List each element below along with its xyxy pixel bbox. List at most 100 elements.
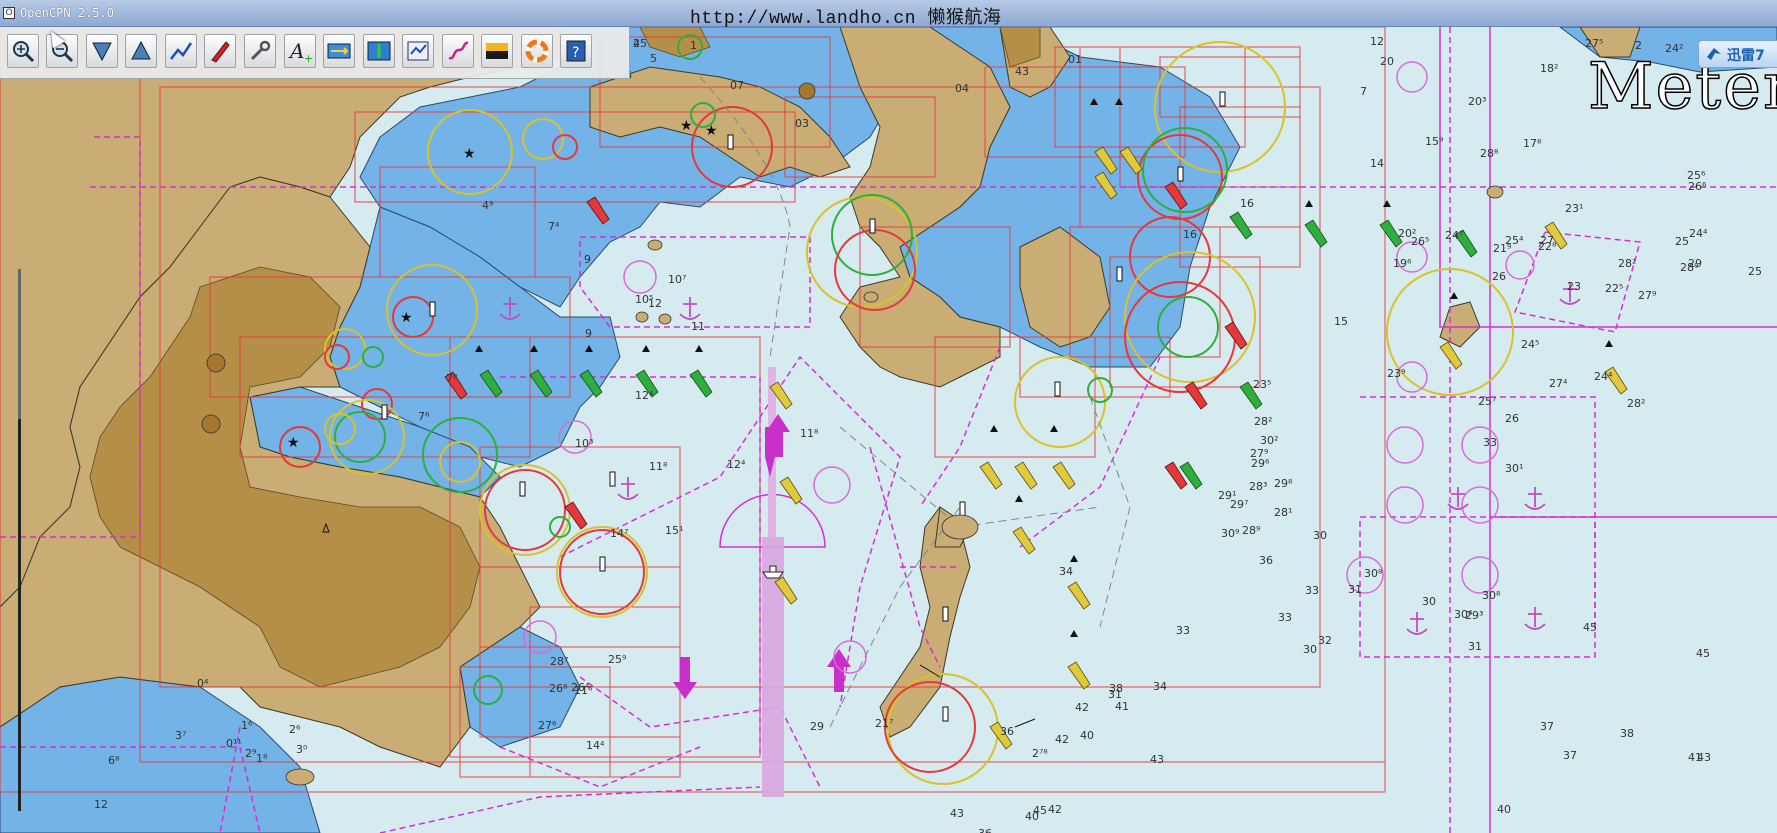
depth-sounding: 31 <box>1348 583 1362 596</box>
xunlei-widget[interactable]: 迅雷7 <box>1698 40 1777 68</box>
help-button[interactable]: ? <box>560 34 592 68</box>
depth-sounding: 45 <box>1583 621 1597 634</box>
depth-sounding: 37 <box>1563 749 1577 762</box>
depth-sounding: 03 <box>795 117 809 130</box>
route-manager-button[interactable] <box>402 34 434 68</box>
depth-sounding: 26 <box>1492 270 1506 283</box>
depth-sounding: 17⁸ <box>1523 137 1542 150</box>
depth-sounding: 33 <box>1278 611 1292 624</box>
depth-sounding: 37 <box>1540 720 1554 733</box>
depth-sounding: 2⁶ <box>289 723 301 736</box>
depth-sounding: 7⁸ <box>446 372 458 385</box>
depth-sounding: 25⁷ <box>1478 395 1496 408</box>
depth-sounding: 40 <box>1497 803 1511 816</box>
depth-sounding: 19⁶ <box>1393 257 1412 270</box>
depth-sounding: 15¹ <box>665 524 683 537</box>
depth-sounding: 36 <box>978 827 992 833</box>
color-scheme-button[interactable] <box>481 34 513 68</box>
depth-sounding: 30⁸ <box>1482 589 1501 602</box>
depth-sounding: 12⁴ <box>635 389 654 402</box>
auto-follow-button[interactable] <box>204 34 236 68</box>
depth-sounding: 42 <box>1055 733 1069 746</box>
depth-sounding: 24⁵ <box>1521 338 1539 351</box>
depth-sounding: 7⁴ <box>548 220 560 233</box>
scale-in-button[interactable] <box>86 34 118 68</box>
depth-sounding: 3⁷ <box>175 729 186 742</box>
depth-sounding: 28¹ <box>1274 506 1292 519</box>
track-icon <box>448 41 469 60</box>
svg-text:★: ★ <box>705 123 718 139</box>
depth-sounding: 04 <box>955 82 969 95</box>
route-manager-icon <box>407 41 429 61</box>
depth-sounding: 21⁷ <box>875 717 893 730</box>
depth-sounding: 36 <box>1259 554 1273 567</box>
depth-sounding: 26⁶ <box>1688 180 1707 193</box>
tide-button[interactable] <box>363 34 395 68</box>
depth-sounding: 3⁰ <box>296 743 308 756</box>
depth-sounding: 1 <box>690 39 697 52</box>
text-a-icon: A + <box>288 39 313 64</box>
tide-icon <box>367 41 391 61</box>
bird-icon <box>1707 48 1721 60</box>
track-button[interactable] <box>442 34 474 68</box>
depth-sounding: 38 <box>1620 727 1634 740</box>
depth-sounding: 27⁹ <box>1250 447 1268 460</box>
current-button[interactable] <box>323 34 355 68</box>
depth-sounding: 27⁵ <box>1585 37 1603 50</box>
svg-text:★: ★ <box>463 146 476 162</box>
xunlei-label: 迅雷7 <box>1727 48 1765 64</box>
depth-sounding: 10⁷ <box>668 273 686 286</box>
depth-sounding: 45 <box>633 37 647 50</box>
depth-sounding: 30⁸ <box>1364 567 1383 580</box>
mob-button[interactable] <box>521 34 553 68</box>
depth-sounding: 23¹ <box>1565 202 1583 215</box>
depth-sounding: 15 <box>1334 315 1348 328</box>
depth-sounding: 28² <box>1254 415 1272 428</box>
depth-sounding: 28² <box>1618 257 1636 270</box>
depth-sounding: 29³ <box>1465 609 1483 622</box>
depth-sounding: 40 <box>1025 810 1039 823</box>
depth-sounding: 28² <box>1627 397 1645 410</box>
depth-sounding: 33 <box>1176 624 1190 637</box>
depth-sounding: 20 <box>1380 55 1394 68</box>
svg-text:?: ? <box>572 45 579 61</box>
depth-sounding: 23⁹ <box>1387 367 1405 380</box>
scale-out-button[interactable] <box>125 34 157 68</box>
depth-sounding: 43 <box>1150 753 1164 766</box>
depth-sounding: 25 <box>1748 265 1762 278</box>
depth-sounding: 10³ <box>575 437 593 450</box>
depth-sounding: 16 <box>1183 228 1197 241</box>
depth-sounding: 11⁸ <box>649 460 668 473</box>
svg-text:★: ★ <box>680 118 693 134</box>
depth-sounding: 1⁶ <box>241 719 253 732</box>
depth-sounding: 23 <box>1567 280 1581 293</box>
depth-sounding: 24⁴ <box>1594 370 1613 383</box>
depth-sounding: 11 <box>691 320 705 333</box>
depth-sounding: 15⁹ <box>1425 135 1443 148</box>
depth-sounding: 30 <box>1422 595 1436 608</box>
depth-sounding: 31 <box>1468 640 1482 653</box>
depth-sounding: 07 <box>730 79 744 92</box>
depth-sounding: 11⁸ <box>800 427 819 440</box>
depth-sounding: 12 <box>1370 35 1384 48</box>
chart-canvas[interactable]: ★ ★ ★ ★ ★ 216507034304011271418²227⁵28⁸2… <box>0 27 1777 833</box>
zoom-in-button[interactable] <box>7 34 39 68</box>
depth-sounding: 42 <box>1075 701 1089 714</box>
settings-button[interactable] <box>244 34 276 68</box>
depth-sounding: 18² <box>1540 62 1558 75</box>
route-button[interactable] <box>165 34 197 68</box>
depth-sounding: 6⁸ <box>108 754 120 767</box>
depth-sounding: 01 <box>1068 53 1082 66</box>
depth-sounding: 2⁷⁸ <box>1032 747 1048 760</box>
depth-sounding: 14⁴ <box>586 739 605 752</box>
depth-sounding: 7 <box>1360 85 1367 98</box>
app-icon: O <box>3 7 15 19</box>
text-toggle-button[interactable]: A + <box>284 34 316 68</box>
depth-sounding: 34 <box>1153 680 1167 693</box>
scale-bar-segment <box>18 269 21 419</box>
depth-sounding: 11⁶ <box>574 684 593 697</box>
depth-sounding: 29¹ <box>1218 489 1236 502</box>
depth-sounding: 27⁶ <box>538 719 557 732</box>
depth-sounding: 4⁹ <box>482 199 493 212</box>
window-title: OpenCPN 2.5.0 <box>20 6 114 20</box>
